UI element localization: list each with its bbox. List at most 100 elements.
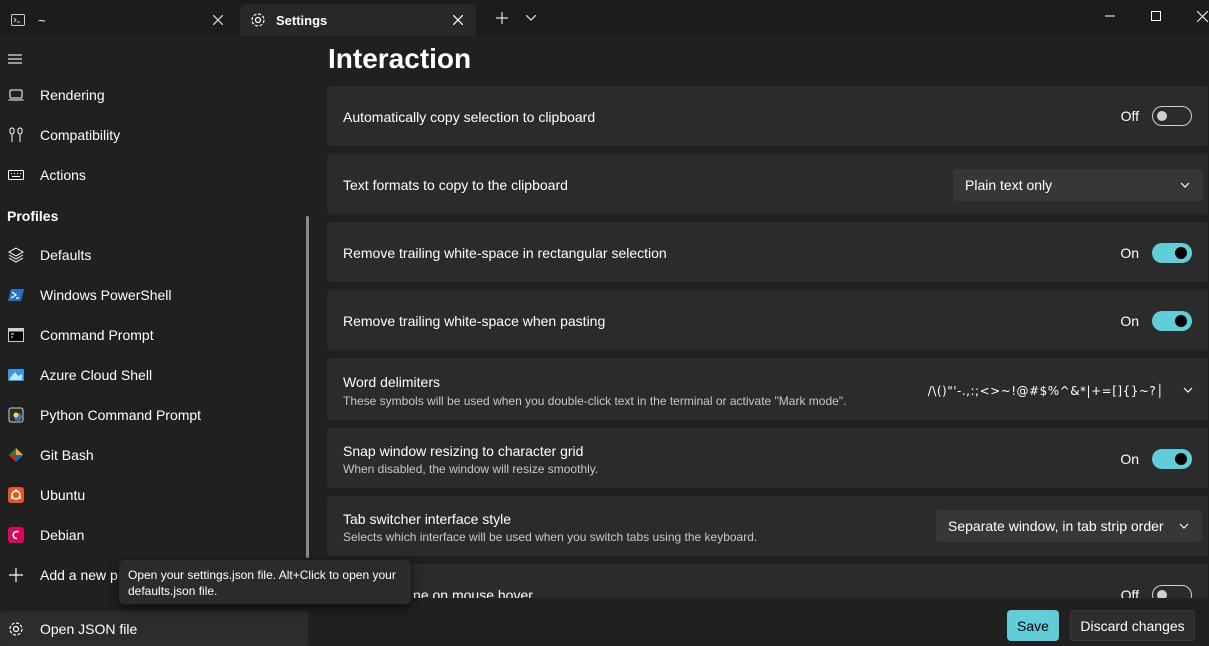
profiles-header: Profiles: [7, 208, 59, 224]
compatibility-icon: [7, 126, 25, 144]
toggle-state-label: Off: [1120, 108, 1139, 124]
open-json-tooltip: Open your settings.json file. Alt+Click …: [118, 559, 412, 605]
tab-settings[interactable]: Settings: [240, 4, 476, 36]
setting-description: Selects which interface will be used whe…: [343, 530, 758, 544]
setting-trim-block-selection: Remove trailing white-space in rectangul…: [326, 221, 1209, 283]
sidebar-item-defaults[interactable]: Defaults: [0, 235, 308, 275]
save-button[interactable]: Save: [1007, 610, 1059, 641]
setting-title: Remove trailing white-space in rectangul…: [343, 245, 667, 261]
dropdown-value: Plain text only: [965, 177, 1053, 193]
setting-title: Remove trailing white-space when pasting: [343, 313, 606, 329]
maximize-icon: [1151, 11, 1161, 21]
toggle-switch[interactable]: [1152, 243, 1192, 263]
git-icon: [7, 446, 25, 464]
sidebar-item-rendering[interactable]: Rendering: [0, 75, 308, 115]
toggle-switch[interactable]: [1152, 106, 1192, 126]
setting-title: Snap window resizing to character grid: [343, 443, 584, 459]
sidebar-item-compatibility[interactable]: Compatibility: [0, 115, 308, 155]
close-icon[interactable]: [444, 6, 472, 34]
gear-icon: [250, 12, 266, 28]
setting-trim-paste: Remove trailing white-space when pasting…: [326, 289, 1209, 351]
discard-changes-button[interactable]: Discard changes: [1070, 610, 1195, 641]
sidebar-item-label: Actions: [40, 167, 86, 183]
keyboard-icon: [7, 166, 25, 184]
setting-word-delimiters[interactable]: Word delimiters These symbols will be us…: [326, 357, 1209, 421]
sidebar-item-label: Debian: [40, 527, 85, 543]
toggle-knob: [1175, 247, 1187, 259]
toggle-knob: [1175, 453, 1187, 465]
chevron-down-icon: [526, 15, 536, 21]
sidebar-item-label: Compatibility: [40, 127, 121, 143]
setting-title: Text formats to copy to the clipboard: [343, 177, 568, 193]
chevron-down-icon: [1179, 523, 1189, 529]
minimize-button[interactable]: [1086, 0, 1134, 32]
tab-dropdown-button[interactable]: [517, 4, 545, 32]
hamburger-icon: [8, 54, 22, 64]
layers-icon: [7, 246, 25, 264]
setting-description: These symbols will be used when you doub…: [343, 394, 847, 408]
python-icon: [7, 406, 25, 424]
open-json-file-button[interactable]: Open JSON file: [0, 611, 308, 646]
sidebar-item-python-command-prompt[interactable]: Python Command Prompt: [0, 395, 308, 435]
setting-copy-on-select: Automatically copy selection to clipboar…: [326, 85, 1209, 147]
powershell-icon: [7, 286, 25, 304]
toggle-container: On: [1120, 449, 1192, 469]
setting-title: Word delimiters: [343, 374, 440, 390]
sidebar-item-label: Rendering: [40, 87, 105, 103]
sidebar-scrollbar[interactable]: [306, 216, 309, 558]
open-json-label: Open JSON file: [40, 621, 138, 637]
sidebar-item-debian[interactable]: Debian: [0, 515, 308, 555]
setting-description: When disabled, the window will resize sm…: [343, 462, 599, 476]
toggle-state-label: On: [1120, 313, 1139, 329]
setting-copy-formats: Text formats to copy to the clipboard Pl…: [326, 153, 1209, 215]
cmd-icon: [7, 326, 25, 344]
sidebar-item-label: Git Bash: [40, 447, 94, 463]
sidebar-item-actions[interactable]: Actions: [0, 155, 308, 195]
page-title: Interaction: [328, 43, 472, 74]
close-icon[interactable]: [204, 6, 232, 34]
sidebar-item-label: Command Prompt: [40, 327, 154, 343]
plus-icon: [7, 566, 25, 584]
title-bar: ~ Settings: [0, 0, 1209, 36]
setting-tab-switcher-style: Tab switcher interface style Selects whi…: [326, 495, 1209, 557]
word-delimiters-value: /\()"'-.,:;<>~!@#$%^&*|+=[]{}~?│: [927, 384, 1164, 398]
sidebar-item-label: Add a new p: [40, 567, 118, 583]
sidebar-item-label: Azure Cloud Shell: [40, 367, 153, 383]
sidebar-item-label: Ubuntu: [40, 487, 86, 503]
sidebar-item-command-prompt[interactable]: Command Prompt: [0, 315, 308, 355]
debian-icon: [7, 526, 25, 544]
sidebar-item-ubuntu[interactable]: Ubuntu: [0, 475, 308, 515]
toggle-container: Off: [1121, 106, 1192, 126]
window-close-button[interactable]: [1178, 0, 1209, 32]
new-tab-button[interactable]: [488, 4, 516, 32]
sidebar-item-git-bash[interactable]: Git Bash: [0, 435, 308, 475]
hamburger-menu-button[interactable]: [7, 52, 25, 68]
chevron-down-icon: [1183, 387, 1193, 393]
setting-title: Tab switcher interface style: [343, 511, 512, 527]
sidebar-item-azure-cloud-shell[interactable]: Azure Cloud Shell: [0, 355, 308, 395]
tab-switcher-dropdown[interactable]: Separate window, in tab strip order: [936, 510, 1202, 542]
tab-title: Settings: [276, 12, 328, 28]
sidebar-item-windows-powershell[interactable]: Windows PowerShell: [0, 275, 308, 315]
plus-icon: [496, 12, 508, 24]
chevron-down-icon: [1180, 182, 1190, 188]
toggle-switch[interactable]: [1152, 311, 1192, 331]
toggle-state-label: On: [1120, 451, 1139, 467]
sidebar-item-label: Python Command Prompt: [40, 407, 202, 423]
copy-formats-dropdown[interactable]: Plain text only: [953, 169, 1203, 201]
setting-snap-to-grid: Snap window resizing to character grid W…: [326, 427, 1209, 489]
tab-title: ~: [38, 12, 46, 28]
maximize-button[interactable]: [1132, 0, 1180, 32]
toggle-knob: [1175, 315, 1187, 327]
tab-terminal[interactable]: ~: [0, 4, 236, 36]
sidebar-item-label: Windows PowerShell: [40, 287, 172, 303]
sidebar: Rendering Compatibility Actions Profiles…: [0, 36, 316, 646]
sidebar-item-label: Defaults: [40, 247, 92, 263]
close-icon: [1196, 10, 1208, 22]
toggle-switch[interactable]: [1152, 449, 1192, 469]
azure-icon: [7, 366, 25, 384]
dropdown-value: Separate window, in tab strip order: [948, 518, 1164, 534]
minimize-icon: [1105, 15, 1115, 17]
monitor-icon: [7, 86, 25, 104]
ubuntu-icon: [7, 486, 25, 504]
